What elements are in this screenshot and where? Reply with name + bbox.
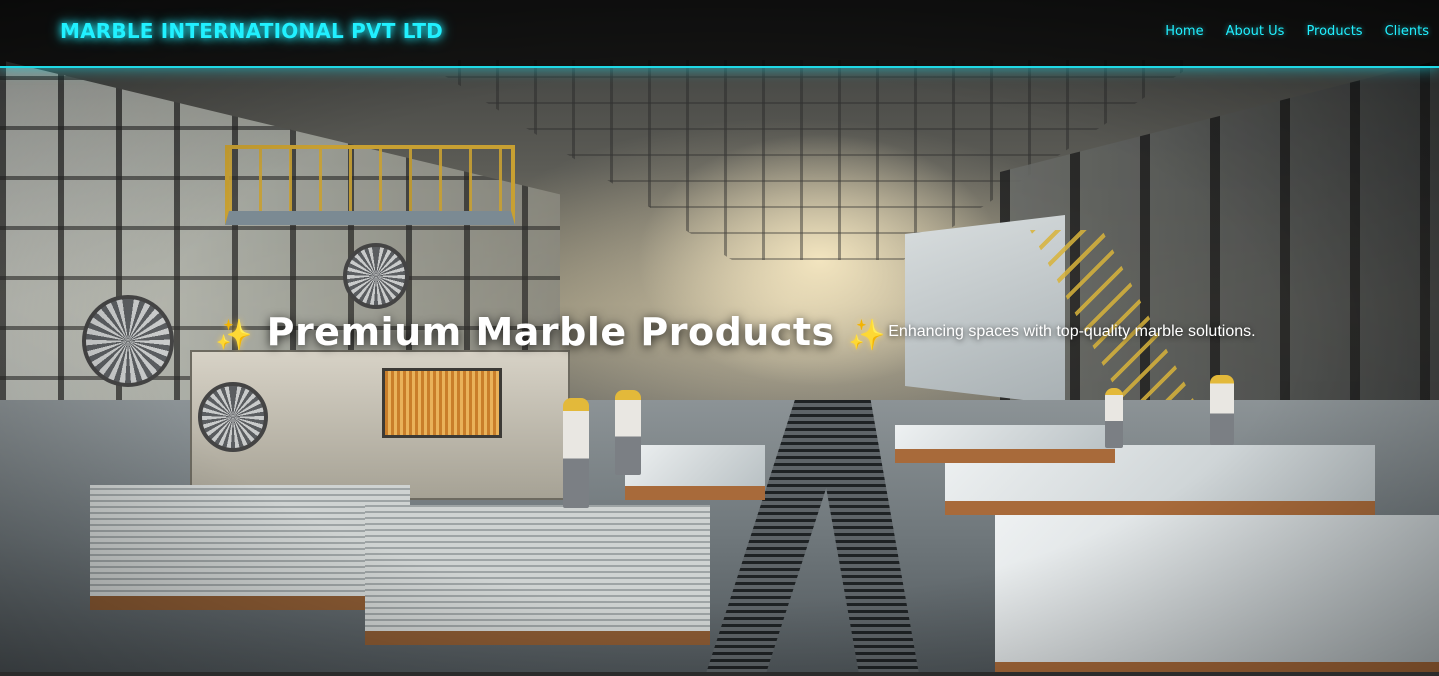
nav-link-home[interactable]: Home [1165, 24, 1203, 39]
sparkle-icon: ✨ [848, 318, 887, 353]
nav-link-clients[interactable]: Clients [1385, 24, 1429, 39]
nav-link-about-us[interactable]: About Us [1226, 24, 1285, 39]
sparkle-icon: ✨ [215, 318, 253, 353]
hero-subtitle: Enhancing spaces with top-quality marble… [888, 323, 1256, 340]
hero-content: ✨ Premium Marble Products ✨ Enhancing sp… [215, 310, 1256, 354]
hero-title: ✨ Premium Marble Products ✨ [215, 310, 886, 354]
page-bottom-border [0, 672, 1439, 676]
brand-logo-text[interactable]: MARBLE INTERNATIONAL PVT LTD [60, 19, 443, 43]
nav-links: Home About Us Products Clients [1165, 24, 1429, 39]
top-navbar: MARBLE INTERNATIONAL PVT LTD Home About … [0, 0, 1439, 68]
hero-title-text: Premium Marble Products [266, 310, 835, 354]
nav-link-products[interactable]: Products [1306, 24, 1362, 39]
